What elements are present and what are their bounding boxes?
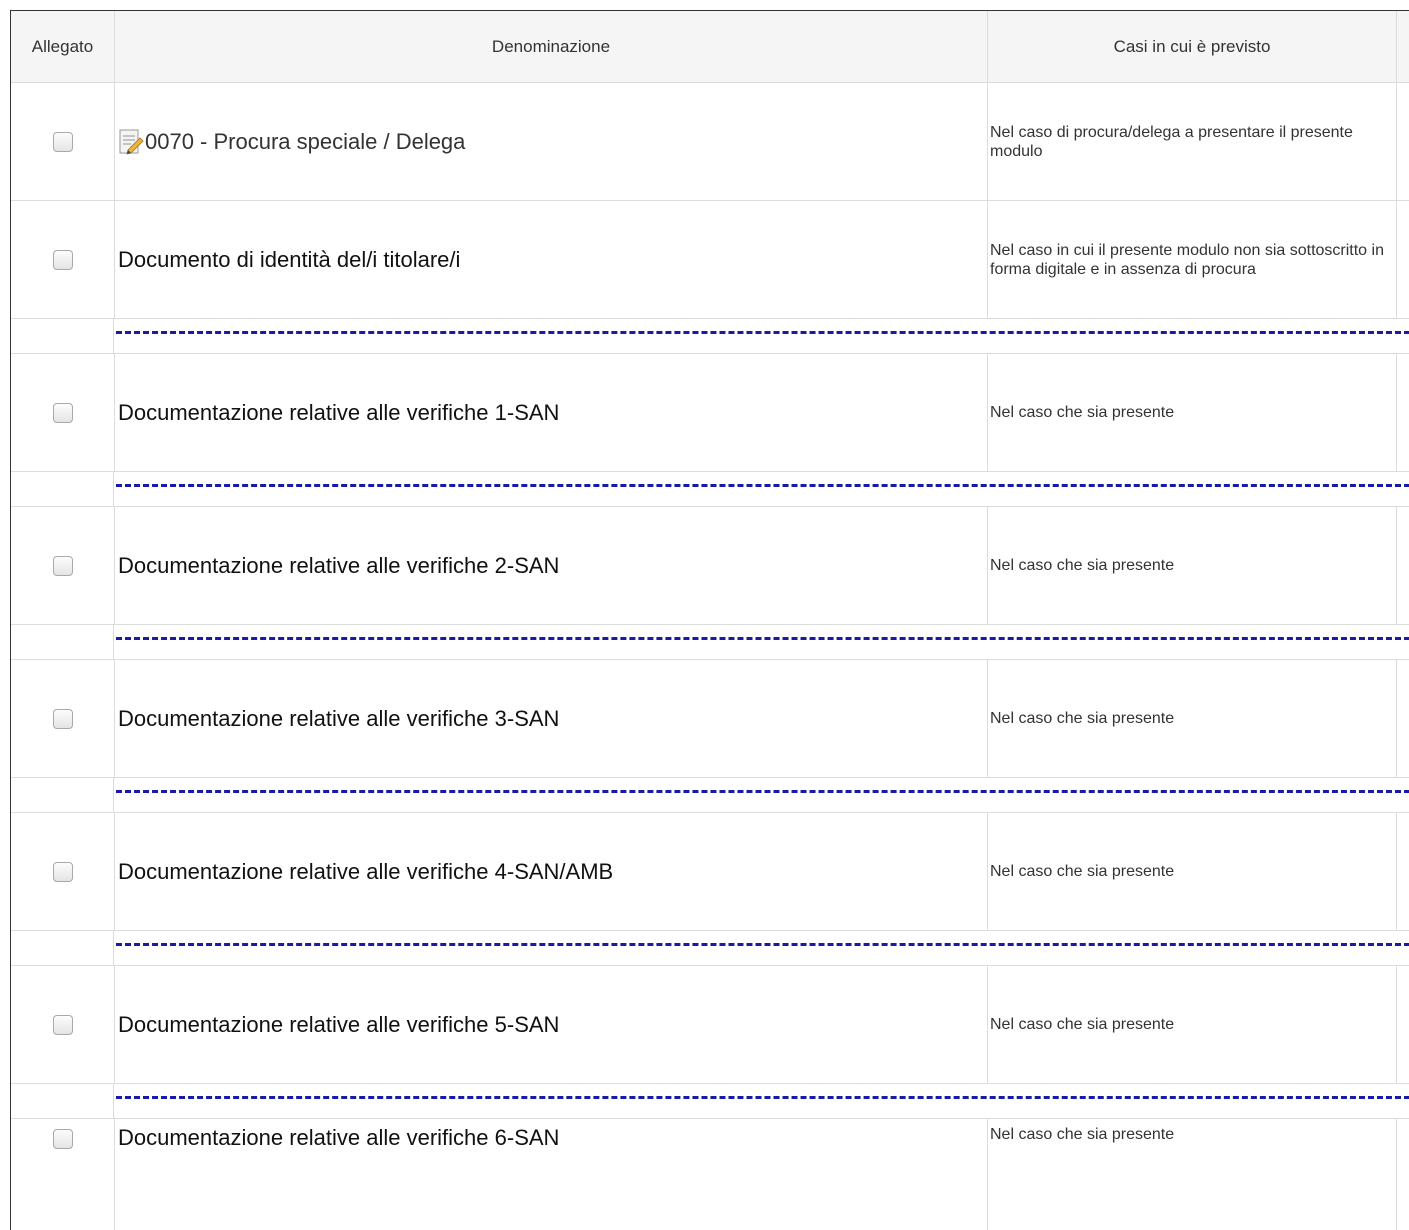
document-name: Documentazione relative alle verifiche 2… — [114, 507, 987, 624]
attachment-checkbox[interactable] — [52, 131, 73, 152]
header-allegato: Allegato — [31, 36, 94, 56]
table-row: 0070 - Procura speciale / Delega Nel cas… — [11, 83, 1409, 201]
table-row: Documentazione relative alle verifiche 5… — [11, 966, 1409, 1084]
attachment-checkbox[interactable] — [52, 708, 73, 729]
casi-text: Nel caso che sia presente — [987, 507, 1397, 624]
attachment-checkbox[interactable] — [52, 1014, 73, 1035]
document-name: Documentazione relative alle verifiche 3… — [114, 660, 987, 777]
table-row: Documentazione relative alle verifiche 3… — [11, 660, 1409, 778]
row-separator — [11, 319, 1409, 354]
document-name: Documentazione relative alle verifiche 6… — [114, 1119, 987, 1230]
row-separator — [11, 1084, 1409, 1119]
attachment-checkbox[interactable] — [52, 402, 73, 423]
casi-text: Nel caso che sia presente — [987, 1119, 1397, 1230]
attachment-checkbox[interactable] — [52, 861, 73, 882]
header-casi: Casi in cui è previsto — [987, 11, 1397, 82]
table-row: Documentazione relative alle verifiche 4… — [11, 813, 1409, 931]
header-denominazione: Denominazione — [114, 11, 987, 82]
table-row: Documento di identità del/i titolare/i N… — [11, 201, 1409, 319]
row-separator — [11, 625, 1409, 660]
row-separator — [11, 778, 1409, 813]
table-row: Documentazione relative alle verifiche 1… — [11, 354, 1409, 472]
edit-document-icon[interactable] — [118, 128, 144, 156]
table-row: Documentazione relative alle verifiche 2… — [11, 507, 1409, 625]
table-row: Documentazione relative alle verifiche 6… — [11, 1119, 1409, 1230]
document-name: Documentazione relative alle verifiche 4… — [114, 813, 987, 930]
attachment-checkbox[interactable] — [52, 249, 73, 270]
document-name: Documento di identità del/i titolare/i — [114, 201, 987, 318]
casi-text: Nel caso in cui il presente modulo non s… — [987, 201, 1397, 318]
casi-text: Nel caso che sia presente — [987, 813, 1397, 930]
casi-text: Nel caso che sia presente — [987, 660, 1397, 777]
row-separator — [11, 931, 1409, 966]
document-name: Documentazione relative alle verifiche 5… — [114, 966, 987, 1083]
attachments-table: Allegato Denominazione Casi in cui è pre… — [10, 10, 1409, 1230]
casi-text: Nel caso che sia presente — [987, 354, 1397, 471]
casi-text: Nel caso che sia presente — [987, 966, 1397, 1083]
table-header: Allegato Denominazione Casi in cui è pre… — [11, 11, 1409, 83]
casi-text: Nel caso di procura/delega a presentare … — [987, 83, 1397, 200]
attachment-checkbox[interactable] — [52, 1129, 73, 1149]
document-link[interactable]: 0070 - Procura speciale / Delega — [145, 129, 465, 155]
attachment-checkbox[interactable] — [52, 555, 73, 576]
document-name: Documentazione relative alle verifiche 1… — [114, 354, 987, 471]
row-separator — [11, 472, 1409, 507]
